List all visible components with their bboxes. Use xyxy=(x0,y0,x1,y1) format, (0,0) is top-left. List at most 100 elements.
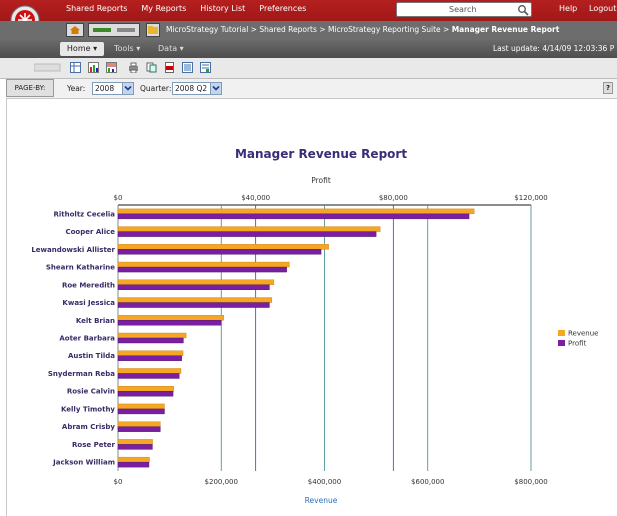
chart-title: Manager Revenue Report xyxy=(235,147,407,161)
pdf-icon[interactable] xyxy=(164,62,175,73)
profit-bar[interactable] xyxy=(117,461,150,468)
grid-view-icon[interactable] xyxy=(70,62,81,73)
menu-tools[interactable]: Tools ▾ xyxy=(114,44,140,53)
category-label: Ritholtz Cecelia xyxy=(54,210,116,218)
print-icon[interactable] xyxy=(128,62,139,73)
category-label: Cooper Alice xyxy=(65,228,115,236)
revenue-bar[interactable] xyxy=(117,456,150,463)
breadcrumb-current: Manager Revenue Report xyxy=(451,25,560,34)
revenue-bar[interactable] xyxy=(117,421,161,427)
quarter-select[interactable]: 2008 Q2 xyxy=(172,82,222,95)
help-link[interactable]: Help xyxy=(559,4,577,13)
nav-preferences[interactable]: Preferences xyxy=(259,4,306,18)
profit-bar[interactable] xyxy=(117,320,222,326)
revenue-bar[interactable] xyxy=(117,226,381,232)
profit-bar[interactable] xyxy=(117,266,287,273)
bottom-tick-label: $400,000 xyxy=(308,478,341,486)
subscribe-icon[interactable] xyxy=(182,62,193,73)
category-label: Aoter Barbara xyxy=(59,335,115,343)
profit-bar[interactable] xyxy=(117,408,165,415)
breadcrumb: MicroStrategy Tutorial > Shared Reports … xyxy=(166,25,559,34)
chevron-down-icon[interactable] xyxy=(122,83,133,94)
year-select[interactable]: 2008 xyxy=(92,82,134,95)
manager-revenue-chart: Manager Revenue Report Profit Revenue $0… xyxy=(31,147,599,505)
toolbar xyxy=(0,58,617,79)
search-icon[interactable] xyxy=(517,4,529,16)
help-icon[interactable]: ? xyxy=(603,82,613,94)
search-input[interactable]: Search xyxy=(396,2,532,17)
profit-bar[interactable] xyxy=(117,249,322,255)
bottom-tick-label: $600,000 xyxy=(411,478,444,486)
category-label: Kelly Timothy xyxy=(61,405,115,413)
profit-bar[interactable] xyxy=(117,213,470,220)
revenue-bar[interactable] xyxy=(117,386,174,392)
revenue-bar[interactable] xyxy=(117,368,182,374)
revenue-bar[interactable] xyxy=(117,403,165,410)
nav-history-list[interactable]: History List xyxy=(200,4,245,18)
menu-bar: Home ▾ Tools ▾ Data ▾ Last update: 4/14/… xyxy=(0,40,617,58)
nav-my-reports[interactable]: My Reports xyxy=(141,4,186,18)
revenue-bar[interactable] xyxy=(117,315,225,321)
revenue-bar[interactable] xyxy=(117,261,290,268)
profit-bar[interactable] xyxy=(117,391,174,397)
bottom-tick-label: $0 xyxy=(114,478,123,486)
top-axis-label: Profit xyxy=(311,176,331,185)
profit-bar[interactable] xyxy=(117,373,180,379)
bottom-tick-label: $800,000 xyxy=(514,478,547,486)
bottom-tick-label: $200,000 xyxy=(205,478,238,486)
undo-redo-icon[interactable] xyxy=(34,62,62,73)
category-label: Jackson William xyxy=(52,459,115,467)
graph-view-icon[interactable] xyxy=(88,62,99,73)
category-label: Kelt Brian xyxy=(76,317,115,325)
profit-bar[interactable] xyxy=(117,444,153,450)
profit-bar[interactable] xyxy=(117,231,377,237)
top-tick-label: $120,000 xyxy=(514,194,547,202)
category-label: Shearn Katharine xyxy=(46,264,115,272)
profit-bar[interactable] xyxy=(117,355,182,361)
profit-bar[interactable] xyxy=(117,284,270,291)
revenue-bar[interactable] xyxy=(117,279,275,286)
profit-bar[interactable] xyxy=(117,337,184,344)
revenue-bar[interactable] xyxy=(117,297,273,303)
folder-icon[interactable] xyxy=(146,23,160,37)
category-label: Kwasi Jessica xyxy=(62,299,115,307)
year-value: 2008 xyxy=(95,84,115,93)
back-forward-icon[interactable] xyxy=(88,23,140,37)
grid-graph-view-icon[interactable] xyxy=(106,62,117,73)
quarter-value: 2008 Q2 xyxy=(175,84,208,93)
profit-bar[interactable] xyxy=(117,426,161,432)
category-label: Lewandowski Allister xyxy=(31,246,115,254)
top-tick-label: $0 xyxy=(114,194,123,202)
top-navigation-bar: Shared Reports My Reports History List P… xyxy=(0,0,617,40)
last-update-text: Last update: 4/14/09 12:03:36 P xyxy=(493,44,615,53)
breadcrumb-bar: MicroStrategy Tutorial > Shared Reports … xyxy=(0,21,617,40)
top-tick-label: $80,000 xyxy=(379,194,408,202)
revenue-bar[interactable] xyxy=(117,350,184,356)
legend-revenue-label: Revenue xyxy=(568,330,599,338)
menu-data[interactable]: Data ▾ xyxy=(158,44,184,53)
nav-shared-reports[interactable]: Shared Reports xyxy=(66,4,127,18)
category-label: Snyderman Reba xyxy=(48,370,115,378)
chevron-down-icon[interactable] xyxy=(210,83,221,94)
legend-profit-swatch xyxy=(558,340,565,346)
revenue-bar[interactable] xyxy=(117,244,329,250)
page-setup-icon[interactable] xyxy=(200,62,211,73)
export-icon[interactable] xyxy=(146,62,157,73)
revenue-bar[interactable] xyxy=(117,208,475,215)
category-label: Roe Meredith xyxy=(62,281,115,289)
legend-revenue-swatch xyxy=(558,330,565,336)
bottom-axis-label: Revenue xyxy=(305,496,338,505)
category-label: Rose Peter xyxy=(72,441,116,449)
home-icon[interactable] xyxy=(66,23,84,37)
profit-bar[interactable] xyxy=(117,302,270,308)
page-by-bar: PAGE-BY: Year: 2008 Quarter: 2008 Q2 ? xyxy=(6,79,617,99)
revenue-bar[interactable] xyxy=(117,332,187,339)
logout-link[interactable]: Logout xyxy=(589,4,616,13)
category-label: Austin Tilda xyxy=(68,352,115,360)
tab-home[interactable]: Home ▾ xyxy=(60,42,104,56)
page-by-label[interactable]: PAGE-BY: xyxy=(6,79,54,97)
category-label: Rosie Calvin xyxy=(67,388,115,396)
breadcrumb-path[interactable]: MicroStrategy Tutorial > Shared Reports … xyxy=(166,25,452,34)
revenue-bar[interactable] xyxy=(117,439,153,445)
quarter-label: Quarter: xyxy=(140,84,172,93)
